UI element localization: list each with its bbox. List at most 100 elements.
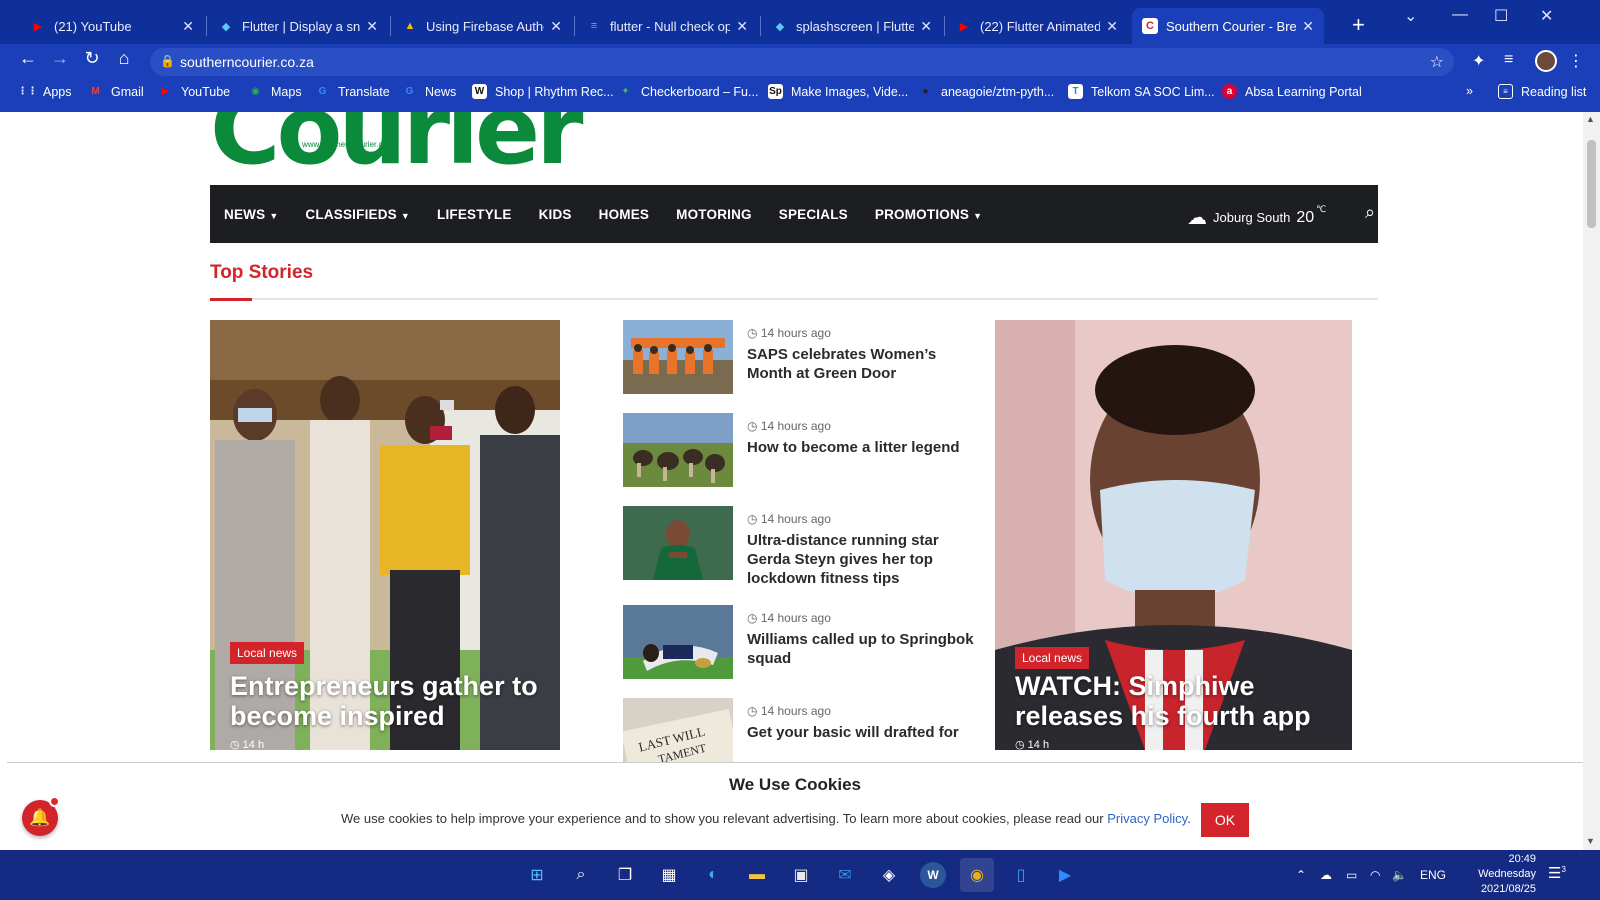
cookie-ok-button[interactable]: OK bbox=[1201, 803, 1249, 837]
story-title[interactable]: Williams called up to Springbok squad bbox=[747, 631, 982, 669]
nav-homes[interactable]: HOMES bbox=[599, 207, 650, 222]
story-title[interactable]: SAPS celebrates Women’s Month at Green D… bbox=[747, 346, 982, 384]
story-thumbnail[interactable] bbox=[623, 605, 733, 679]
word-icon[interactable]: W bbox=[920, 862, 946, 888]
file-explorer-icon[interactable]: ▬ bbox=[744, 862, 770, 888]
address-bar[interactable]: 🔒 southerncourier.co.za ☆ bbox=[150, 48, 1454, 76]
site-search-icon[interactable]: ⌕ bbox=[1365, 202, 1375, 223]
reload-button[interactable]: ↻ bbox=[80, 48, 104, 69]
search-icon[interactable]: ⌕ bbox=[568, 862, 594, 888]
bookmark-11[interactable]: T Telkom SA SOC Lim... bbox=[1068, 84, 1215, 99]
extensions-icon[interactable]: ✦ bbox=[1472, 51, 1485, 71]
bookmark-star-icon[interactable]: ☆ bbox=[1430, 52, 1444, 72]
tab-6[interactable]: ▶ (22) Flutter Animated Sp ✕ bbox=[946, 8, 1128, 44]
tab-5[interactable]: ◆ splashscreen | Flutter P ✕ bbox=[762, 8, 942, 44]
scroll-down-arrow[interactable]: ▼ bbox=[1586, 836, 1595, 846]
bookmark-10[interactable]: ● aneagoie/ztm-pyth... bbox=[918, 84, 1054, 99]
feature-headline[interactable]: WATCH: Simphiwe releases his fourth app bbox=[1015, 671, 1335, 731]
story-title[interactable]: How to become a litter legend bbox=[747, 439, 982, 458]
nav-news[interactable]: NEWS ▼ bbox=[224, 207, 278, 222]
close-tab-icon[interactable]: ✕ bbox=[366, 18, 378, 35]
feature-headline[interactable]: Entrepreneurs gather to become inspired bbox=[230, 671, 550, 731]
nav-motoring[interactable]: MOTORING bbox=[676, 207, 752, 222]
tab-1[interactable]: ▶ (21) YouTube ✕ bbox=[20, 8, 204, 44]
close-tab-icon[interactable]: ✕ bbox=[550, 18, 562, 35]
scrollbar-thumb[interactable] bbox=[1587, 140, 1596, 228]
feature-category-badge[interactable]: Local news bbox=[1015, 647, 1090, 669]
tab-7[interactable]: C Southern Courier - Brea ✕ bbox=[1132, 8, 1324, 44]
onedrive-icon[interactable]: ☁ bbox=[1320, 868, 1332, 882]
notification-center-icon[interactable]: ☰3 bbox=[1548, 864, 1566, 882]
forward-button[interactable]: → bbox=[48, 48, 72, 69]
close-tab-icon[interactable]: ✕ bbox=[182, 18, 194, 35]
new-tab-button[interactable]: + bbox=[1352, 12, 1365, 38]
zoom-icon[interactable]: ▶ bbox=[1052, 862, 1078, 888]
privacy-policy-link[interactable]: Privacy Policy bbox=[1107, 811, 1187, 826]
tab-3[interactable]: ▲ Using Firebase Authent ✕ bbox=[392, 8, 572, 44]
bookmark-3[interactable]: ▶ YouTube bbox=[158, 84, 230, 99]
task-view-icon[interactable]: ❐ bbox=[612, 862, 638, 888]
feature-story-right[interactable]: Local news WATCH: Simphiwe releases his … bbox=[995, 320, 1352, 750]
volume-icon[interactable]: 🔈 bbox=[1392, 868, 1407, 882]
story-thumbnail[interactable] bbox=[623, 506, 733, 580]
story-thumbnail[interactable]: LAST WILL TAMENT bbox=[623, 698, 733, 772]
tab-4[interactable]: ≡ flutter - Null check ope ✕ bbox=[576, 8, 758, 44]
story-thumbnail[interactable] bbox=[623, 320, 733, 394]
github-icon: ● bbox=[922, 86, 929, 97]
bookmark-6[interactable]: G News bbox=[402, 84, 457, 99]
language-indicator[interactable]: ENG bbox=[1420, 868, 1446, 882]
nav-classifieds[interactable]: CLASSIFIEDS ▼ bbox=[305, 207, 410, 222]
bookmark-1[interactable]: ⋮⋮ Apps bbox=[18, 84, 72, 99]
bookmark-5[interactable]: G Translate bbox=[315, 84, 390, 99]
reading-list-button[interactable]: ≡ Reading list bbox=[1498, 84, 1586, 99]
edge-icon[interactable]: ◐ bbox=[700, 862, 726, 888]
nav-specials[interactable]: SPECIALS bbox=[779, 207, 848, 222]
bookmark-7[interactable]: W Shop | Rhythm Rec... bbox=[472, 84, 614, 99]
maximize-button[interactable]: ☐ bbox=[1494, 6, 1508, 26]
notification-bell-icon[interactable]: 🔔 bbox=[22, 796, 60, 836]
tab-2[interactable]: ◆ Flutter | Display a snack ✕ bbox=[208, 8, 388, 44]
story-thumbnail[interactable] bbox=[623, 413, 733, 487]
bookmark-2[interactable]: M Gmail bbox=[88, 84, 144, 99]
close-tab-icon[interactable]: ✕ bbox=[1106, 18, 1118, 35]
story-title[interactable]: Ultra-distance running star Gerda Steyn … bbox=[747, 532, 982, 588]
show-hidden-icons-icon[interactable]: ⌃ bbox=[1296, 868, 1306, 882]
profile-avatar[interactable] bbox=[1535, 50, 1557, 72]
store-icon[interactable]: ▣ bbox=[788, 862, 814, 888]
feature-story-left[interactable]: Local news Entrepreneurs gather to becom… bbox=[210, 320, 560, 750]
bookmark-9[interactable]: Sp Make Images, Vide... bbox=[768, 84, 908, 99]
bookmark-8[interactable]: ✦ Checkerboard – Fu... bbox=[618, 84, 758, 99]
system-clock[interactable]: 20:49 Wednesday 2021/08/25 bbox=[1468, 852, 1536, 897]
battery-icon[interactable]: ▭ bbox=[1346, 868, 1357, 882]
close-tab-icon[interactable]: ✕ bbox=[920, 18, 932, 35]
azure-data-studio-icon[interactable]: ◈ bbox=[876, 862, 902, 888]
windows-start-icon[interactable]: ⊞ bbox=[524, 862, 550, 888]
site-logo[interactable]: Courier www.southerncourier.co.za bbox=[210, 112, 583, 178]
bookmarks-overflow-icon[interactable]: » bbox=[1466, 84, 1473, 98]
scroll-up-arrow[interactable]: ▲ bbox=[1586, 114, 1595, 124]
page-scrollbar[interactable]: ▲ ▼ bbox=[1583, 112, 1600, 850]
close-tab-icon[interactable]: ✕ bbox=[736, 18, 748, 35]
nav-kids[interactable]: KIDS bbox=[539, 207, 572, 222]
minimize-button[interactable]: — bbox=[1452, 6, 1468, 24]
menu-icon[interactable]: ⋮ bbox=[1568, 51, 1584, 71]
close-tab-icon[interactable]: ✕ bbox=[1302, 18, 1314, 35]
bookmark-12[interactable]: a Absa Learning Portal bbox=[1222, 84, 1362, 99]
chrome-icon[interactable]: ◉ bbox=[960, 858, 994, 892]
bookmark-label: Gmail bbox=[111, 84, 144, 99]
nav-promotions[interactable]: PROMOTIONS ▼ bbox=[875, 207, 982, 222]
nav-lifestyle[interactable]: LIFESTYLE bbox=[437, 207, 512, 222]
tab-search-icon[interactable]: ⌄ bbox=[1404, 6, 1417, 26]
close-window-button[interactable]: ✕ bbox=[1540, 6, 1553, 26]
widgets-icon[interactable]: ▦ bbox=[656, 862, 682, 888]
feature-category-badge[interactable]: Local news bbox=[230, 642, 305, 664]
weather-unit: ℃ bbox=[1316, 204, 1327, 214]
back-button[interactable]: ← bbox=[16, 48, 40, 69]
mail-icon[interactable]: ✉ bbox=[832, 862, 858, 888]
media-controls-icon[interactable]: ≡ bbox=[1504, 51, 1513, 69]
phone-icon[interactable]: ▯ bbox=[1008, 862, 1034, 888]
wifi-icon[interactable]: ◠ bbox=[1370, 868, 1380, 882]
bookmark-4[interactable]: ◉ Maps bbox=[248, 84, 301, 99]
story-title[interactable]: Get your basic will drafted for bbox=[747, 724, 982, 743]
home-button[interactable]: ⌂ bbox=[112, 48, 136, 69]
